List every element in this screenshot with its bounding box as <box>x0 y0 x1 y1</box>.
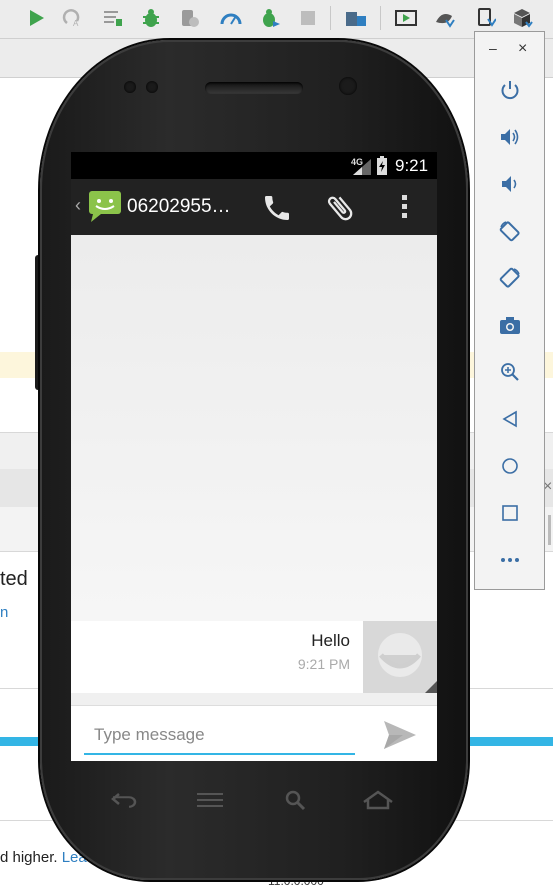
svg-text:A: A <box>73 19 79 27</box>
device-file-icon[interactable] <box>474 6 498 30</box>
send-icon[interactable] <box>383 720 417 750</box>
device-screen: 4G 9:21 ‹ 06202955… Hello 9:21 PM Type m… <box>71 152 437 761</box>
minimize-button[interactable]: – <box>489 40 497 56</box>
avatar[interactable] <box>363 621 437 693</box>
ide-link-snippet[interactable]: n <box>0 604 8 621</box>
earpiece-speaker <box>205 82 303 94</box>
build-variants-icon[interactable] <box>511 6 535 30</box>
light-sensor <box>146 81 158 93</box>
project-structure-icon[interactable] <box>344 6 368 30</box>
back-key-icon[interactable] <box>106 785 142 815</box>
status-time: 9:21 <box>395 156 429 175</box>
screenshot-icon[interactable] <box>475 305 544 345</box>
ide-toolbar: A <box>0 0 553 39</box>
message-input-underline <box>84 753 355 755</box>
battery-icon <box>377 156 387 175</box>
default-contact-icon <box>378 633 437 693</box>
menu-key-icon[interactable] <box>192 785 228 815</box>
rerun-icon[interactable]: A <box>60 6 84 30</box>
rotate-right-icon[interactable] <box>475 258 544 298</box>
volume-down-icon[interactable] <box>475 164 544 204</box>
home-icon[interactable] <box>475 446 544 486</box>
overflow-menu-icon[interactable] <box>401 195 409 221</box>
volume-up-icon[interactable] <box>475 117 544 157</box>
rotate-left-icon[interactable] <box>475 211 544 251</box>
compose-bar: Type message <box>71 705 437 761</box>
chevron-left-icon[interactable]: ‹ <box>75 195 81 216</box>
power-icon[interactable] <box>475 70 544 110</box>
front-camera <box>339 77 357 95</box>
message-timestamp: 9:21 PM <box>297 656 350 672</box>
contact-name[interactable]: 06202955… <box>127 196 231 218</box>
sdk-manager-icon[interactable] <box>433 6 457 30</box>
status-bar: 4G 9:21 <box>71 152 437 179</box>
search-key-icon[interactable] <box>277 785 313 815</box>
attach-debugger-icon[interactable] <box>258 6 282 30</box>
avd-manager-icon[interactable] <box>394 6 418 30</box>
debug-icon[interactable] <box>139 6 163 30</box>
home-key-icon[interactable] <box>360 785 396 815</box>
proximity-sensor <box>124 81 136 93</box>
zoom-icon[interactable] <box>475 352 544 392</box>
ide-scrollbar[interactable] <box>548 515 551 545</box>
ide-footer-text: d higher. Lea <box>0 849 87 866</box>
run-icon[interactable] <box>24 6 48 30</box>
message-input[interactable]: Type message <box>94 725 205 745</box>
conversation-area[interactable] <box>71 235 437 621</box>
back-icon[interactable] <box>475 399 544 439</box>
stop-icon[interactable] <box>296 6 320 30</box>
profiler-gauge-icon[interactable] <box>219 6 243 30</box>
phone-call-icon[interactable] <box>261 192 293 224</box>
overview-icon[interactable] <box>475 493 544 533</box>
coverage-icon[interactable] <box>101 6 125 30</box>
ide-text-snippet: ted <box>0 568 28 590</box>
signal-icon <box>353 159 371 175</box>
emulator-control-panel: – × <box>474 31 545 590</box>
message-item[interactable]: Hello 9:21 PM <box>71 621 437 693</box>
more-icon[interactable] <box>475 540 544 580</box>
profile-icon[interactable] <box>178 6 202 30</box>
messaging-action-bar: ‹ 06202955… <box>71 179 437 235</box>
close-button[interactable]: × <box>518 40 527 58</box>
attach-paperclip-icon[interactable] <box>323 191 357 225</box>
message-text: Hello <box>311 631 350 650</box>
messaging-app-icon[interactable] <box>87 190 123 224</box>
